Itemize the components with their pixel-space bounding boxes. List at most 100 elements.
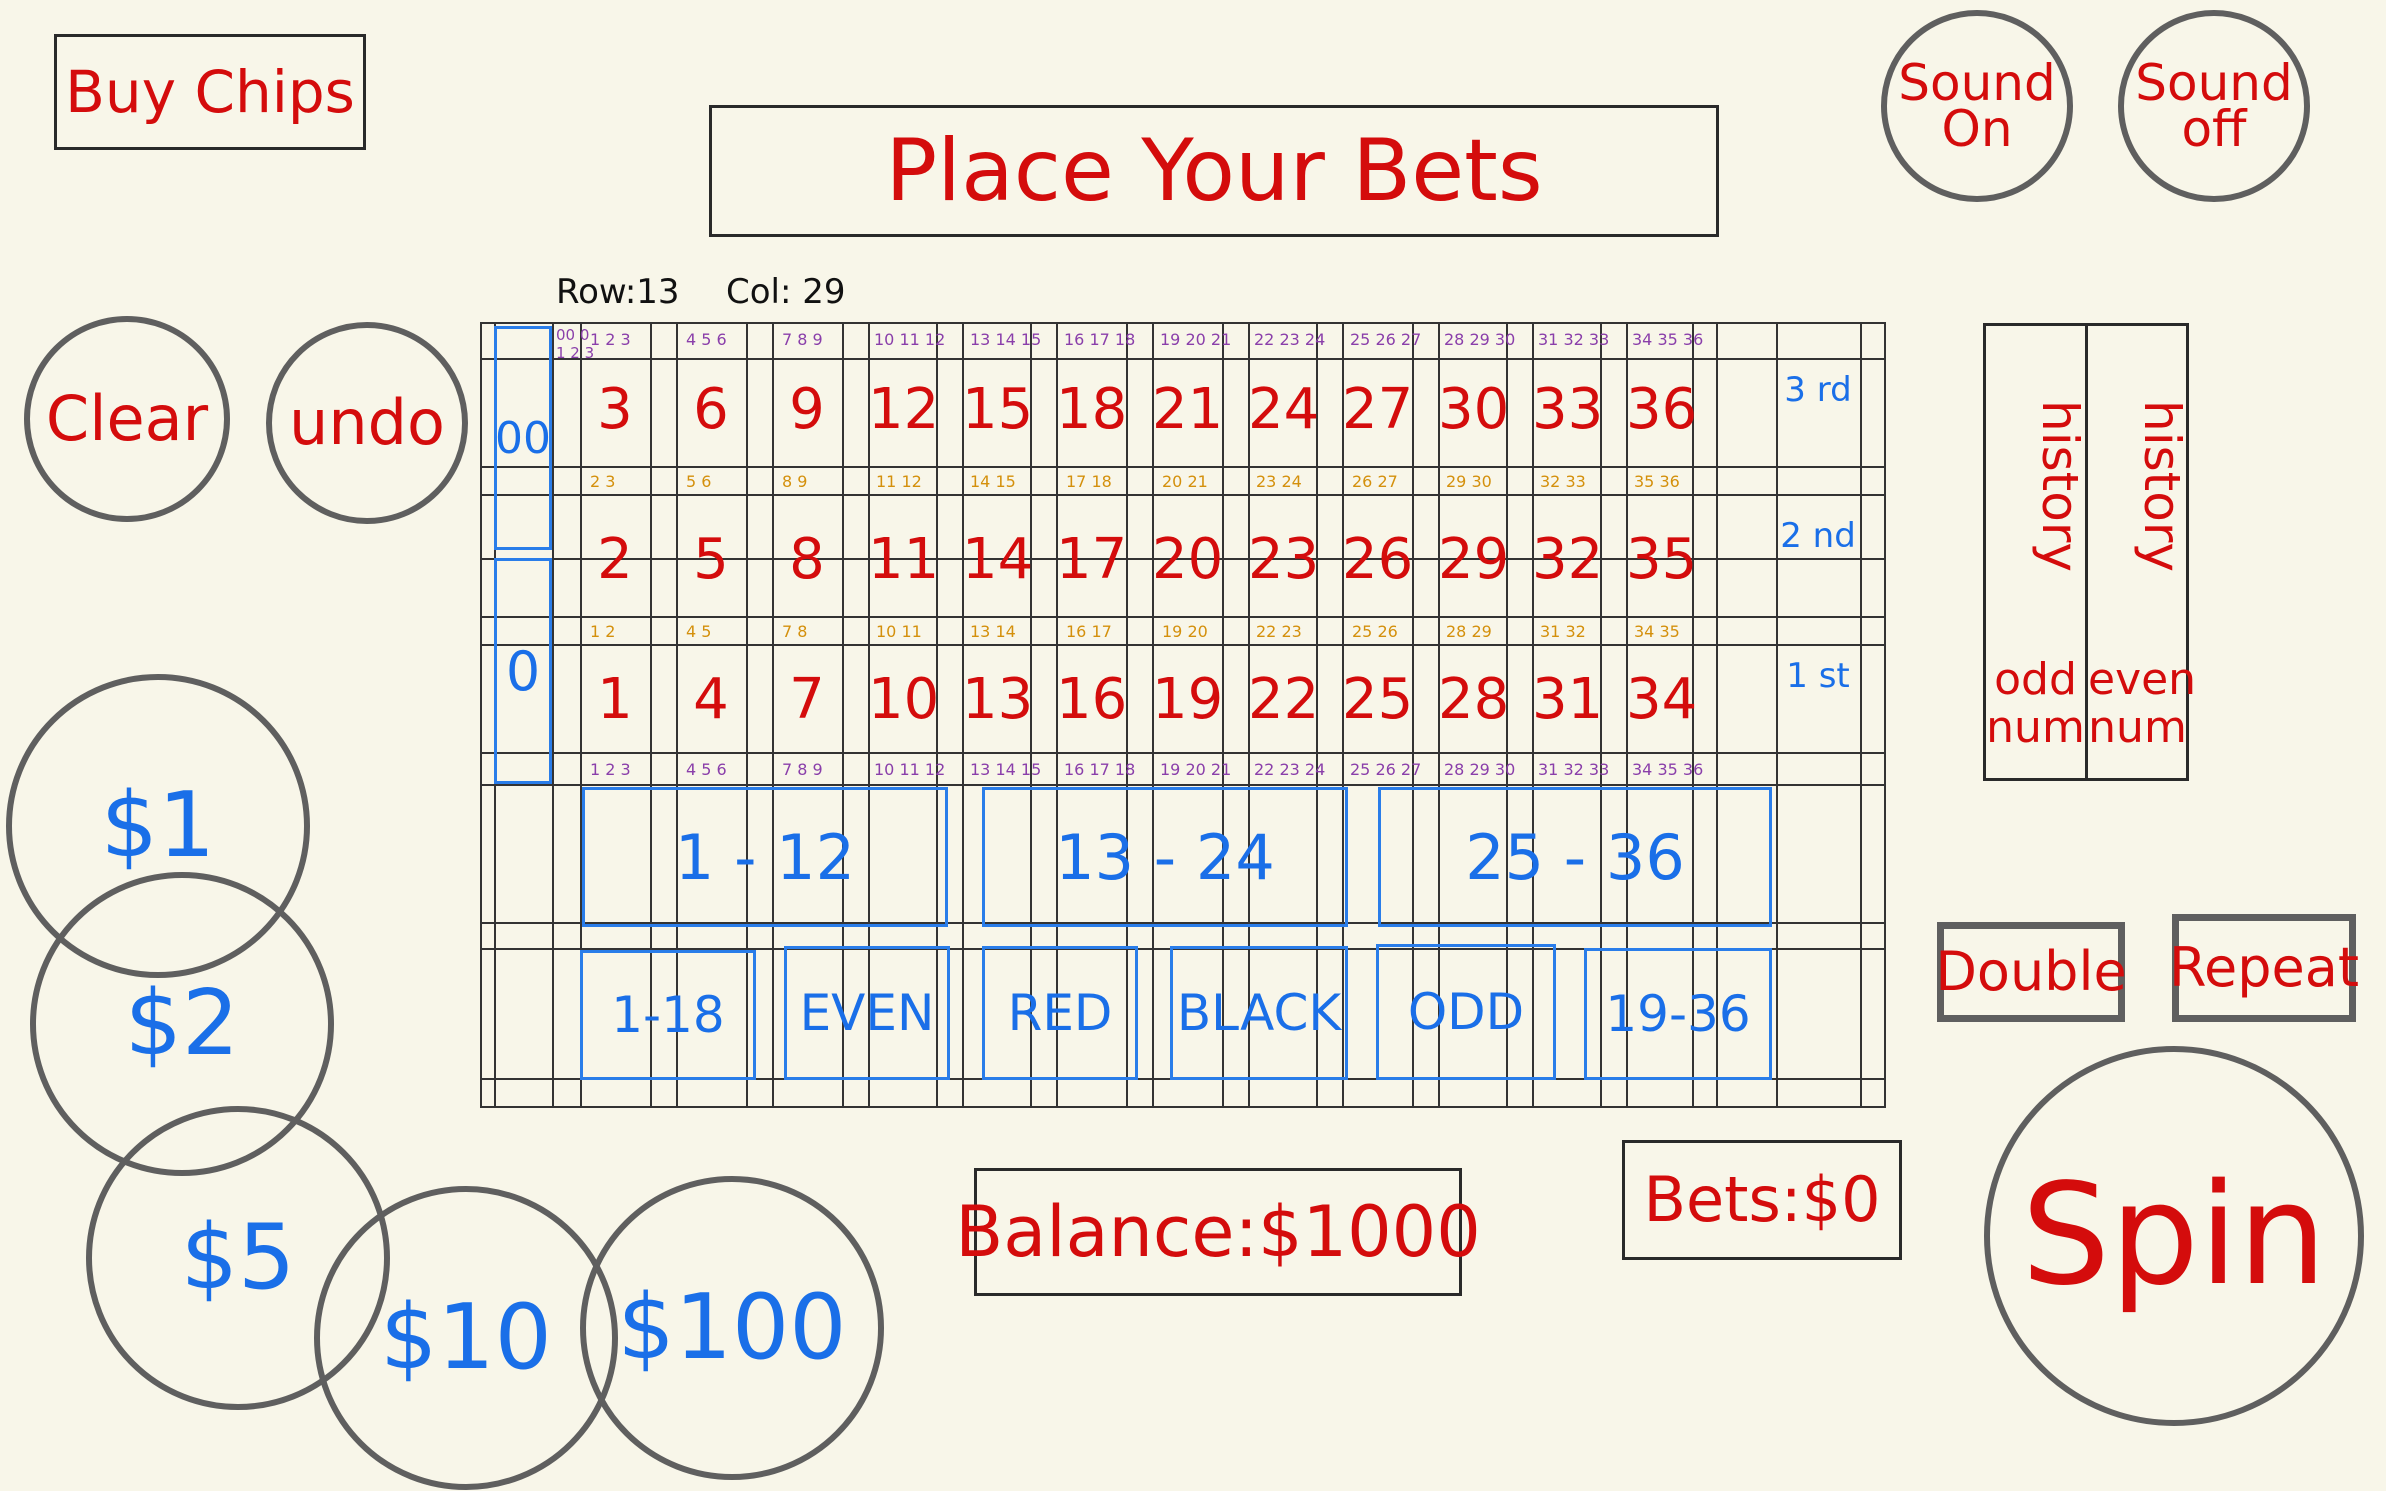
bet-number[interactable]: 1 bbox=[580, 672, 650, 728]
bet-number[interactable]: 33 bbox=[1532, 382, 1603, 438]
bet-black[interactable]: BLACK bbox=[1170, 946, 1348, 1080]
bet-number[interactable]: 10 bbox=[868, 672, 939, 728]
history-odd-heading-text: history bbox=[2031, 400, 2089, 572]
bet-dozen-1[interactable]: 1 - 12 bbox=[582, 787, 948, 927]
bet-number[interactable]: 36 bbox=[1626, 382, 1697, 438]
column-3-label: 3 rd bbox=[1784, 370, 1852, 410]
bet-number[interactable]: 13 bbox=[962, 672, 1033, 728]
low-label: 1-18 bbox=[611, 986, 725, 1044]
bet-number[interactable]: 23 bbox=[1248, 532, 1319, 588]
bet-number[interactable]: 34 bbox=[1626, 672, 1697, 728]
odd-label-2: num bbox=[1986, 702, 2085, 754]
sound-on-button[interactable]: Sound On bbox=[1881, 10, 2073, 202]
bet-number[interactable]: 16 bbox=[1056, 672, 1127, 728]
page-title: Place Your Bets bbox=[709, 105, 1719, 237]
bet-number[interactable]: 4 bbox=[676, 672, 746, 728]
buy-chips-button[interactable]: Buy Chips bbox=[54, 34, 366, 150]
street-label: 31 32 33 bbox=[1538, 330, 1610, 349]
bet-dozen-2[interactable]: 13 - 24 bbox=[982, 787, 1348, 927]
spin-label: Spin bbox=[2021, 1154, 2327, 1317]
bet-number[interactable]: 6 bbox=[676, 382, 746, 438]
split-label: 22 23 bbox=[1256, 622, 1302, 641]
bet-number[interactable]: 30 bbox=[1438, 382, 1509, 438]
bet-number[interactable]: 35 bbox=[1626, 532, 1697, 588]
spin-button[interactable]: Spin bbox=[1984, 1046, 2364, 1426]
history-panel: history history odd num even num bbox=[1983, 323, 2196, 781]
grid-line bbox=[552, 322, 554, 1108]
bet-odd[interactable]: ODD bbox=[1376, 944, 1556, 1080]
bet-number[interactable]: 2 bbox=[580, 532, 650, 588]
chip-1-label: $1 bbox=[100, 773, 216, 878]
grid-line bbox=[480, 616, 1886, 618]
split-label: 25 26 bbox=[1352, 622, 1398, 641]
bet-dozen-3[interactable]: 25 - 36 bbox=[1378, 787, 1772, 927]
chip-10[interactable]: $10 bbox=[314, 1186, 618, 1490]
col-readout-text: Col: 29 bbox=[726, 272, 846, 312]
bet-even[interactable]: EVEN bbox=[784, 946, 950, 1080]
repeat-button[interactable]: Repeat bbox=[2169, 914, 2359, 1022]
bet-number[interactable]: 11 bbox=[868, 532, 939, 588]
bets-display: Bets:$0 bbox=[1622, 1140, 1902, 1260]
double-button[interactable]: Double bbox=[1935, 922, 2127, 1022]
street-label: 13 14 15 bbox=[970, 330, 1042, 349]
bet-number[interactable]: 21 bbox=[1152, 382, 1223, 438]
bet-double-zero[interactable]: 00 bbox=[494, 326, 552, 550]
bet-number[interactable]: 32 bbox=[1532, 532, 1603, 588]
split-label: 31 32 bbox=[1540, 622, 1586, 641]
chip-10-label: $10 bbox=[380, 1285, 552, 1390]
bet-number[interactable]: 27 bbox=[1342, 382, 1413, 438]
street-label: 34 35 36 bbox=[1632, 330, 1704, 349]
split-label: 23 24 bbox=[1256, 472, 1302, 491]
bet-number[interactable]: 19 bbox=[1152, 672, 1223, 728]
bet-number[interactable]: 25 bbox=[1342, 672, 1413, 728]
bet-number[interactable]: 5 bbox=[676, 532, 746, 588]
bet-number[interactable]: 17 bbox=[1056, 532, 1127, 588]
split-label: 34 35 bbox=[1634, 622, 1680, 641]
bet-column-2[interactable]: 2 nd bbox=[1776, 516, 1860, 608]
bet-number[interactable]: 8 bbox=[772, 532, 842, 588]
street-label: 22 23 24 bbox=[1254, 760, 1326, 779]
bet-number[interactable]: 18 bbox=[1056, 382, 1127, 438]
split-label: 13 14 bbox=[970, 622, 1016, 641]
street-label: 25 26 27 bbox=[1350, 760, 1422, 779]
bet-low[interactable]: 1-18 bbox=[580, 950, 756, 1080]
bet-column-1[interactable]: 1 st bbox=[1776, 657, 1860, 748]
bet-number[interactable]: 31 bbox=[1532, 672, 1603, 728]
dozen-1-label: 1 - 12 bbox=[674, 820, 856, 894]
split-label: 5 6 bbox=[686, 472, 712, 491]
undo-label: undo bbox=[289, 386, 445, 459]
history-even-heading: history bbox=[2088, 336, 2191, 636]
bet-number[interactable]: 28 bbox=[1438, 672, 1509, 728]
col-readout: Col: 29 bbox=[726, 272, 846, 312]
undo-button[interactable]: undo bbox=[266, 322, 468, 524]
split-label: 8 9 bbox=[782, 472, 808, 491]
bet-column-3[interactable]: 3 rd bbox=[1776, 370, 1860, 462]
bet-number[interactable]: 7 bbox=[772, 672, 842, 728]
clear-button[interactable]: Clear bbox=[24, 316, 230, 522]
bet-number[interactable]: 12 bbox=[868, 382, 939, 438]
grid-line bbox=[1860, 322, 1862, 1108]
bet-number[interactable]: 22 bbox=[1248, 672, 1319, 728]
buy-chips-label: Buy Chips bbox=[65, 58, 355, 126]
bet-number[interactable]: 9 bbox=[772, 382, 842, 438]
sound-off-button[interactable]: Sound off bbox=[2118, 10, 2310, 202]
split-label: 4 5 bbox=[686, 622, 712, 641]
row-readout: Row:13 bbox=[556, 272, 680, 312]
bet-number[interactable]: 24 bbox=[1248, 382, 1319, 438]
bet-zero[interactable]: 0 bbox=[494, 558, 552, 784]
bet-number[interactable]: 20 bbox=[1152, 532, 1223, 588]
bet-number[interactable]: 26 bbox=[1342, 532, 1413, 588]
bet-number[interactable]: 3 bbox=[580, 382, 650, 438]
balance-display: Balance:$1000 bbox=[955, 1168, 1481, 1296]
bet-number[interactable]: 15 bbox=[962, 382, 1033, 438]
bet-red[interactable]: RED bbox=[982, 946, 1138, 1080]
bet-high[interactable]: 19-36 bbox=[1584, 948, 1772, 1080]
column-2-label: 2 nd bbox=[1780, 516, 1856, 556]
bet-number[interactable]: 29 bbox=[1438, 532, 1509, 588]
street-label: 25 26 27 bbox=[1350, 330, 1422, 349]
grid-line bbox=[480, 358, 1886, 360]
bet-number[interactable]: 14 bbox=[962, 532, 1033, 588]
street-label: 10 11 12 bbox=[874, 760, 946, 779]
split-row-3-2: 2 3 5 6 8 9 11 12 14 15 17 18 20 21 23 2… bbox=[590, 472, 1700, 492]
chip-100[interactable]: $100 bbox=[580, 1176, 884, 1480]
